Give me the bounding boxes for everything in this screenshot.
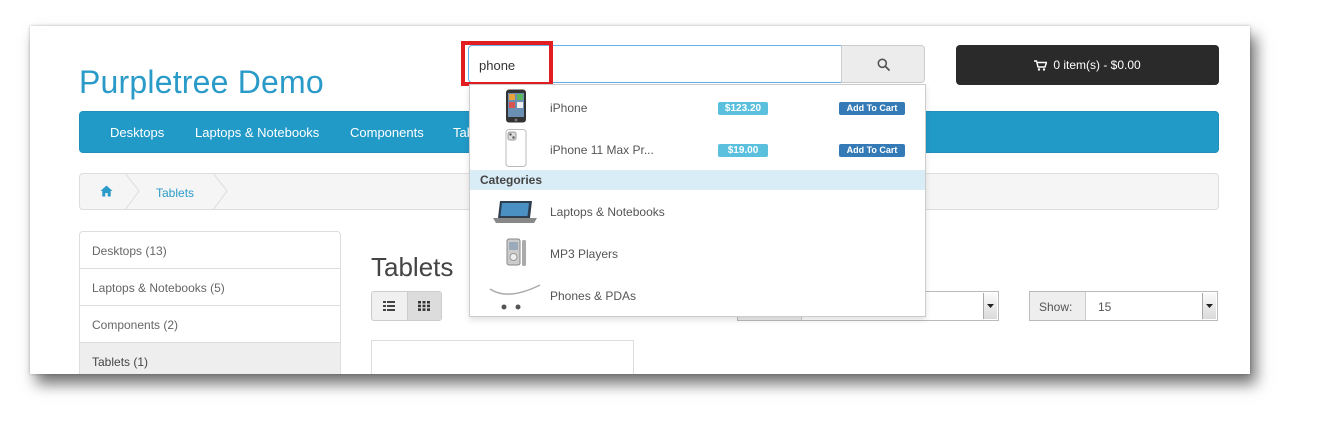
iphone-11-thumbnail <box>505 129 527 167</box>
product-card[interactable] <box>371 340 634 374</box>
highlight-annotation <box>461 41 553 86</box>
sort-dropdown-arrow[interactable] <box>983 293 997 319</box>
menu-item-components[interactable]: Components <box>350 125 424 140</box>
autocomplete-category-name: Laptops & Notebooks <box>550 205 665 219</box>
grid-icon <box>418 301 431 311</box>
view-toggle <box>371 291 442 321</box>
sidebar-item-tablets[interactable]: Tablets (1) <box>80 343 340 374</box>
autocomplete-category-name: Phones & PDAs <box>550 289 637 303</box>
add-to-cart-button[interactable]: Add To Cart <box>839 102 905 115</box>
list-view-button[interactable] <box>372 292 407 320</box>
home-icon[interactable] <box>100 185 113 197</box>
autocomplete-category-name: MP3 Players <box>550 247 619 261</box>
list-icon <box>383 301 396 311</box>
show-dropdown-arrow[interactable] <box>1202 293 1216 319</box>
menu-item-laptops[interactable]: Laptops & Notebooks <box>195 125 319 140</box>
breadcrumb-separator <box>125 173 140 210</box>
autocomplete-category[interactable]: MP3 Players <box>470 233 925 275</box>
search-icon <box>877 58 890 71</box>
page-title: Tablets <box>371 252 454 282</box>
autocomplete-product-name: iPhone <box>550 101 588 115</box>
cart-summary: 0 item(s) - $0.00 <box>1053 58 1141 72</box>
price-badge: $19.00 <box>718 144 768 157</box>
breadcrumb-separator <box>213 173 228 210</box>
show-limit-select[interactable]: Show: 15 <box>1029 291 1218 321</box>
category-sidebar: Desktops (13) Laptops & Notebooks (5) Co… <box>79 231 341 374</box>
sidebar-item-components[interactable]: Components (2) <box>80 306 340 343</box>
autocomplete-product[interactable]: iPhone 11 Max Pr... $19.00 Add To Cart <box>470 128 925 170</box>
autocomplete-category[interactable]: Laptops & Notebooks <box>470 191 925 233</box>
mp3-player-thumbnail <box>506 238 526 266</box>
autocomplete-product[interactable]: iPhone $123.20 Add To Cart <box>470 86 925 128</box>
caret-down-icon <box>987 304 994 308</box>
sidebar-item-laptops[interactable]: Laptops & Notebooks (5) <box>80 269 340 306</box>
show-value: 15 <box>1098 300 1112 314</box>
price-badge: $123.20 <box>718 102 768 115</box>
show-label: Show: <box>1030 292 1086 320</box>
sidebar-item-desktops[interactable]: Desktops (13) <box>80 232 340 269</box>
search-button[interactable] <box>841 45 925 83</box>
grid-view-button[interactable] <box>406 292 441 320</box>
browser-page: Purpletree Demo 0 item(s) - $0.00 Deskto… <box>30 26 1250 374</box>
caret-down-icon <box>1206 304 1213 308</box>
phone-accessory-thumbnail <box>489 284 541 310</box>
store-logo[interactable]: Purpletree Demo <box>79 64 324 101</box>
shopping-cart-icon <box>1034 59 1048 71</box>
autocomplete-product-name: iPhone 11 Max Pr... <box>550 143 654 157</box>
categories-header: Categories <box>470 170 925 190</box>
menu-item-desktops[interactable]: Desktops <box>110 125 164 140</box>
add-to-cart-button[interactable]: Add To Cart <box>839 144 905 157</box>
iphone-thumbnail <box>506 89 526 123</box>
laptop-thumbnail <box>493 201 537 223</box>
search-autocomplete: iPhone $123.20 Add To Cart iPhone 11 Max… <box>469 84 926 317</box>
breadcrumb-item-tablets[interactable]: Tablets <box>156 186 194 200</box>
cart-button[interactable]: 0 item(s) - $0.00 <box>956 45 1219 85</box>
autocomplete-category[interactable]: Phones & PDAs <box>470 275 925 317</box>
